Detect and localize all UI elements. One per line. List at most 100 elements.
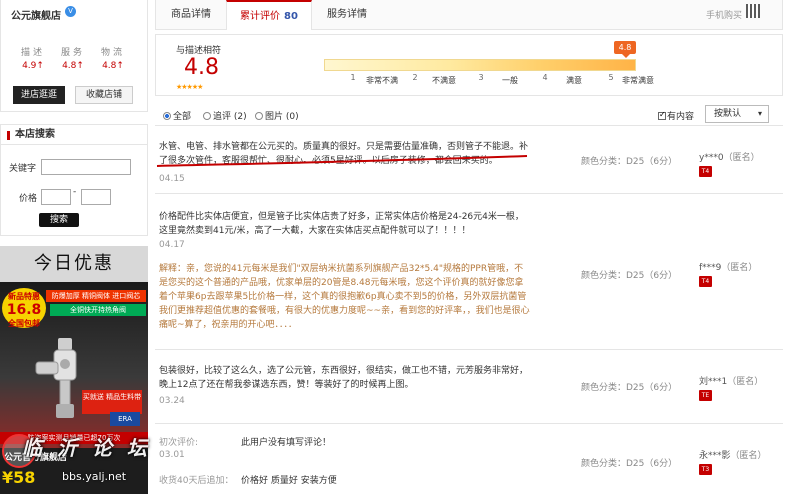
tab-label: 服务详情 [327,9,367,20]
red-underline-annotation [156,155,528,167]
reviewer-level-badge: T4 [699,166,712,177]
shop-search-title: 本店搜索 [1,125,147,145]
qr-code-icon[interactable] [746,4,760,18]
shop-search-panel: 本店搜索 关键字 价格 - 搜索 [0,124,148,236]
price-label: 价格 [19,194,38,204]
filter-label: 图片 (0) [265,112,299,122]
review-item: 初次评价: 此用户没有填写评论！ 03.01 收货40天后追加： 价格好 质量好… [155,428,783,494]
era-logo: ERA [110,412,140,426]
rating-value: 4.9↑ [22,61,44,71]
rating-label: 物流 [100,48,125,58]
review-text: 此用户没有填写评论！ [241,438,332,448]
reviewer-name[interactable]: 刘***1（匿名） [699,374,763,387]
review-date: 03.01 [159,450,185,460]
chevron-down-icon: ▾ [757,109,762,118]
filter-images-radio[interactable]: 图片 (0) [255,109,299,122]
score-level: 不满意 [432,76,456,85]
promo-title: 今日优惠 [0,246,148,282]
tab-label: 商品详情 [171,9,211,20]
score-level: 一般 [502,76,518,85]
score-marker: 4.8 [614,41,636,54]
score-level: 满意 [566,76,582,85]
seller-reply: 解释：亲，您说的41元每米是我们"双层纳米抗菌系列旗舰产品32*5.4"规格的P… [159,264,530,330]
rating-service: 服务 4.8↑ [55,45,91,71]
score-bar: 1 2 3 4 5 [324,59,636,82]
tab-reviews[interactable]: 累计评价 80 [226,0,312,30]
review-item: 水管、电管、排水管都在公元买的。质量真的很好。只是需要估量准确，否则管子不能退。… [155,130,783,194]
promo-big-price: ¥58 [2,468,36,487]
promo-banner-product: 全铜快开持热角阀 [50,304,146,316]
star-rating-icon: ★★★★★ [176,83,203,91]
score-level: 非常满意 [622,76,654,85]
reviewer-id: 刘***1 [699,377,728,387]
score-value: 4.8 [184,55,219,80]
reviewer-name[interactable]: 永***影（匿名） [699,448,767,461]
review-text: 价格配件比实体店便宜，但是管子比实体店贵了好多，正常实体店价格是24-26元4米… [159,212,524,236]
reviewer-anon: （匿名） [721,263,758,273]
rating-value: 4.8↑ [102,61,124,71]
sort-label: 按默认 [714,109,742,119]
radio-icon [163,112,171,120]
mobile-buy-link[interactable]: 手机购买 [706,8,742,21]
reviewer-anon: （匿名） [723,153,760,163]
enter-shop-button[interactable]: 进店逛逛 [13,86,65,104]
reviewer-level-badge: T4 [699,276,712,287]
search-button[interactable]: 搜索 [39,213,79,227]
score-marker-tail [622,54,630,58]
promo-price: 16.8 [6,302,42,318]
reviewer-level-badge: T3 [699,464,712,475]
review-list: 水管、电管、排水管都在公元买的。质量真的很好。只是需要估量准确，否则管子不能退。… [155,130,783,494]
reviewer-anon: （匿名） [727,377,764,387]
review-date: 04.17 [159,240,185,250]
filter-followup-radio[interactable]: 追评 (2) [203,109,247,122]
verified-badge-icon: V [65,6,76,17]
shop-sidebar: 公元旗舰店 V 描述 4.9↑ 服务 4.8↑ 物流 4.8↑ 进店逛逛 收藏店… [0,0,148,494]
followup-label: 收货40天后追加： [159,476,234,486]
favorite-shop-button[interactable]: 收藏店铺 [75,86,133,104]
followup-text: 价格好 质量好 安装方便 [241,476,337,486]
filter-all-radio[interactable]: 全部 [163,109,191,122]
rating-label: 描述 [20,48,45,58]
first-review-label: 初次评价: [159,438,199,448]
keyword-input[interactable] [41,159,131,175]
review-date: 04.15 [159,174,185,184]
score-level: 非常不满 [366,76,398,85]
rating-description: 描述 4.9↑ [15,45,51,71]
reviewer-name[interactable]: f***9（匿名） [699,260,757,273]
detail-tabs: 商品详情 累计评价 80 服务详情 手机购买 [155,0,783,30]
radio-icon [203,112,211,120]
price-min-input[interactable] [41,189,71,205]
tab-product-detail[interactable]: 商品详情 [156,0,226,29]
reviews-main: 商品详情 累计评价 80 服务详情 手机购买 与描述相符 4.8 ★★★★★ 4.… [155,0,800,494]
review-filters: 全部 追评 (2) 图片 (0) 有内容 按默认 ▾ [155,104,783,126]
reviewer-id: y***0 [699,153,724,163]
promo-new-badge: 新品特惠 16.8 全国包邮 [2,288,46,328]
rating-logistics: 物流 4.8↑ [95,45,131,71]
review-sku: 颜色分类：D25（6分） [581,383,678,393]
shop-info-panel: 公元旗舰店 V 描述 4.9↑ 服务 4.8↑ 物流 4.8↑ 进店逛逛 收藏店… [0,0,148,112]
review-item: 价格配件比实体店便宜，但是管子比实体店贵了好多，正常实体店价格是24-26元4米… [155,200,783,350]
promo-banner-features: 防爆加厚 精铜阀体 进口阀芯 [46,290,146,302]
review-sku: 颜色分类：D25（6分） [581,459,678,469]
tab-service-detail[interactable]: 服务详情 [312,0,382,29]
has-content-checkbox[interactable]: 有内容 [658,109,694,122]
review-text: 包装很好，比较了这么久，选了公元管，东西很好，很结实，做工也不错，元芳服务非常好… [159,366,529,390]
review-sku: 颜色分类：D25（6分） [581,271,678,281]
filter-label: 追评 (2) [213,112,247,122]
promo-gift-label: 买就送 精品生料带 [82,390,142,414]
watermark-text: 临 沂 论 坛 [22,436,151,460]
promo-price-note: 全国包邮 [8,319,40,328]
price-max-input[interactable] [81,189,111,205]
sort-select[interactable]: 按默认 ▾ [705,105,769,123]
filter-label: 全部 [173,112,192,122]
rating-value: 4.8↑ [62,61,84,71]
has-content-label: 有内容 [667,112,695,122]
reviewer-name[interactable]: y***0（匿名） [699,150,760,163]
score-panel: 与描述相符 4.8 ★★★★★ 4.8 1 2 3 4 5 非常不满 不满意 一… [155,34,783,96]
keyword-label: 关键字 [9,164,37,174]
watermark-url: bbs.yalj.net [62,470,127,483]
shop-name[interactable]: 公元旗舰店 [11,7,61,22]
review-item: 包装很好，比较了这么久，选了公元管，东西很好，很结实，做工也不错，元芳服务非常好… [155,356,783,424]
review-count: 80 [284,11,298,22]
tab-label: 累计评价 [240,11,281,22]
